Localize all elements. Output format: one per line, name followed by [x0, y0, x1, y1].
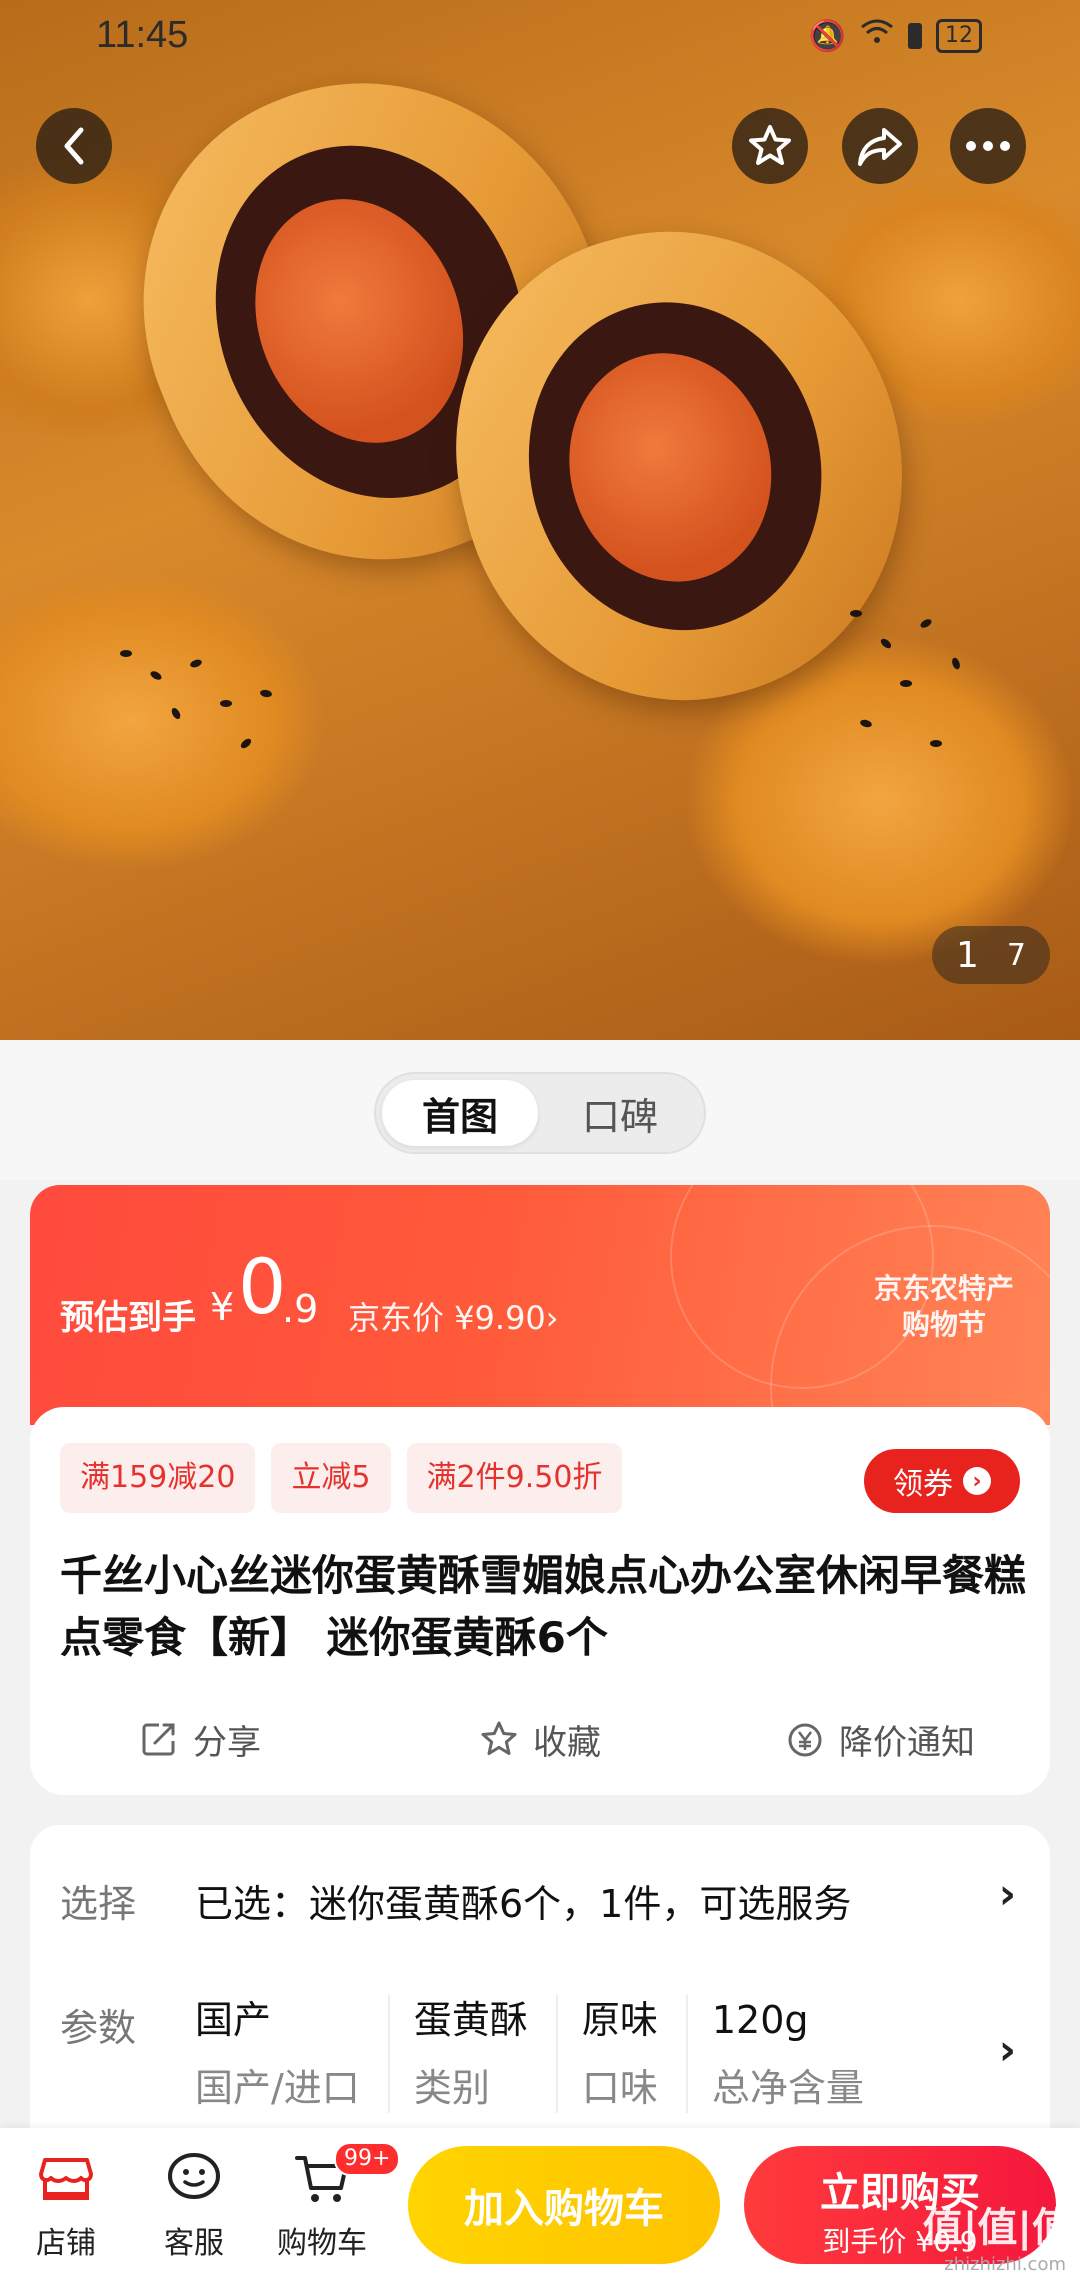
sesame-decoration [859, 718, 873, 729]
param-value: 蛋黄酥 [413, 1998, 528, 2042]
share-label: 分享 [193, 1722, 261, 1763]
sesame-decoration [220, 700, 232, 707]
get-coupon-button[interactable]: 领券 › [864, 1449, 1020, 1513]
sesame-decoration [950, 656, 962, 671]
festival-line1: 京东农特产 [873, 1272, 1014, 1305]
service-label: 客服 [164, 2226, 224, 2261]
price-alert-label: 降价通知 [839, 1722, 975, 1763]
watermark-url: zhizhizhi.com [944, 2254, 1066, 2275]
customer-service-button[interactable]: 客服 [134, 2146, 254, 2262]
price-alert-action[interactable]: 降价通知 [710, 1709, 1050, 1769]
sesame-decoration [879, 636, 893, 651]
param-item: 120g 总净含量 [712, 1995, 892, 2113]
promo-tags: 满159减20 立减5 满2件9.50折 [60, 1443, 623, 1513]
view-toggle-bar: 首图 口碑 [0, 1040, 1080, 1180]
params-list: 国产 国产/进口 蛋黄酥 类别 原味 口味 120g 总净含量 [195, 1995, 916, 2113]
chat-face-icon [168, 2153, 220, 2199]
product-title: 千丝小心丝迷你蛋黄酥雪媚娘点心办公室休闲早餐糕点零食【新】 迷你蛋黄酥6个 [60, 1551, 1027, 1662]
store-button[interactable]: 店铺 [6, 2146, 126, 2262]
back-button[interactable] [36, 108, 112, 184]
star-outline-icon [481, 1721, 517, 1755]
estimate-price-dec: .9 [282, 1287, 319, 1331]
coupon-label: 领券 [893, 1467, 953, 1502]
estimate-label: 预估到手 [60, 1298, 196, 1338]
wifi-icon [860, 18, 894, 54]
promo-tag[interactable]: 立减5 [271, 1443, 391, 1513]
cart-label: 购物车 [277, 2226, 367, 2261]
festival-logo: 京东农特产 购物节 [856, 1271, 1032, 1343]
share-button[interactable] [842, 108, 918, 184]
estimate-price-int: 0 [238, 1242, 287, 1331]
estimate-currency: ¥ [210, 1285, 235, 1329]
store-icon [39, 2158, 93, 2200]
cart-count-badge: 99+ [334, 2142, 401, 2176]
cart-button[interactable]: 99+ 购物车 [262, 2142, 401, 2262]
store-label: 店铺 [36, 2226, 96, 2261]
share-action[interactable]: 分享 [30, 1709, 370, 1769]
sesame-decoration [930, 740, 942, 747]
system-icons: 🔕 12 [809, 18, 982, 54]
sesame-decoration [189, 658, 203, 669]
price-banner: 预估到手 ¥ 0 .9 京东价 ¥9.90› 京东农特产 购物节 [30, 1185, 1050, 1425]
selection-label: 选择 [60, 1882, 137, 1926]
param-item: 原味 口味 [582, 1995, 688, 2113]
param-key: 类别 [413, 2066, 490, 2110]
sesame-decoration [259, 689, 273, 698]
festival-line2: 购物节 [901, 1308, 986, 1341]
more-dots-icon [966, 141, 1010, 151]
jd-price-link[interactable]: 京东价 ¥9.90› [348, 1293, 559, 1339]
sesame-decoration [149, 669, 163, 682]
bottom-action-bar: 店铺 客服 99+ 购物车 加入购物车 立即购买 到手价 ¥0.9 [0, 2128, 1080, 2280]
param-value: 国产 [195, 1998, 272, 2042]
gallery-counter: 1 7 [932, 926, 1050, 984]
favorite-action[interactable]: 收藏 [370, 1709, 710, 1769]
view-toggle: 首图 口碑 [374, 1072, 706, 1154]
product-info-panel: 满159减20 立减5 满2件9.50折 领券 › 千丝小心丝迷你蛋黄酥雪媚娘点… [30, 1407, 1050, 1795]
param-value: 原味 [581, 1998, 658, 2042]
param-item: 蛋黄酥 类别 [414, 1995, 558, 2113]
sesame-decoration [120, 650, 132, 657]
star-icon [749, 125, 791, 165]
add-to-cart-button[interactable]: 加入购物车 [408, 2146, 720, 2264]
share-arrow-icon [858, 128, 902, 166]
status-time: 11:45 [96, 14, 189, 56]
product-image-gallery[interactable]: 11:45 🔕 12 1 7 [0, 0, 1080, 1040]
param-value: 120g [711, 1998, 809, 2042]
params-label: 参数 [60, 2006, 137, 2050]
sesame-decoration [169, 706, 183, 721]
promo-tag[interactable]: 满2件9.50折 [406, 1443, 623, 1513]
yen-circle-icon [788, 1723, 822, 1757]
product-actions: 分享 收藏 降价通知 [30, 1709, 1050, 1769]
gallery-total: 7 [1006, 937, 1026, 973]
param-key: 国产/进口 [195, 2066, 360, 2110]
favorite-button[interactable] [732, 108, 808, 184]
promo-tag[interactable]: 满159减20 [60, 1443, 256, 1513]
alert-icon [908, 23, 922, 49]
watermark-logo: 值|值|值 [922, 2205, 1072, 2251]
param-item: 国产 国产/进口 [195, 1995, 390, 2113]
tab-reviews[interactable]: 口碑 [542, 1080, 698, 1146]
chevron-left-icon [64, 127, 84, 165]
price-card: 预估到手 ¥ 0 .9 京东价 ¥9.90› 京东农特产 购物节 满159减20… [30, 1185, 1050, 1795]
battery-icon: 12 [936, 19, 982, 53]
chevron-right-icon: › [963, 1467, 991, 1495]
selection-value: 已选：迷你蛋黄酥6个，1件，可选服务 [195, 1882, 852, 1926]
status-bar: 11:45 🔕 12 [0, 0, 1080, 80]
more-button[interactable] [950, 108, 1026, 184]
sesame-decoration [850, 610, 862, 617]
param-key: 总净含量 [711, 2066, 864, 2110]
chevron-right-icon: › [998, 2025, 1016, 2074]
param-key: 口味 [581, 2066, 658, 2110]
tab-main-image[interactable]: 首图 [382, 1080, 538, 1146]
share-icon [142, 1723, 175, 1756]
sesame-decoration [900, 680, 912, 687]
gallery-current: 1 [956, 934, 979, 976]
chevron-right-icon: › [998, 1869, 1016, 1918]
sesame-decoration [239, 736, 253, 751]
mute-bell-icon: 🔕 [808, 18, 846, 54]
favorite-label: 收藏 [533, 1722, 601, 1763]
sesame-decoration [919, 617, 933, 630]
